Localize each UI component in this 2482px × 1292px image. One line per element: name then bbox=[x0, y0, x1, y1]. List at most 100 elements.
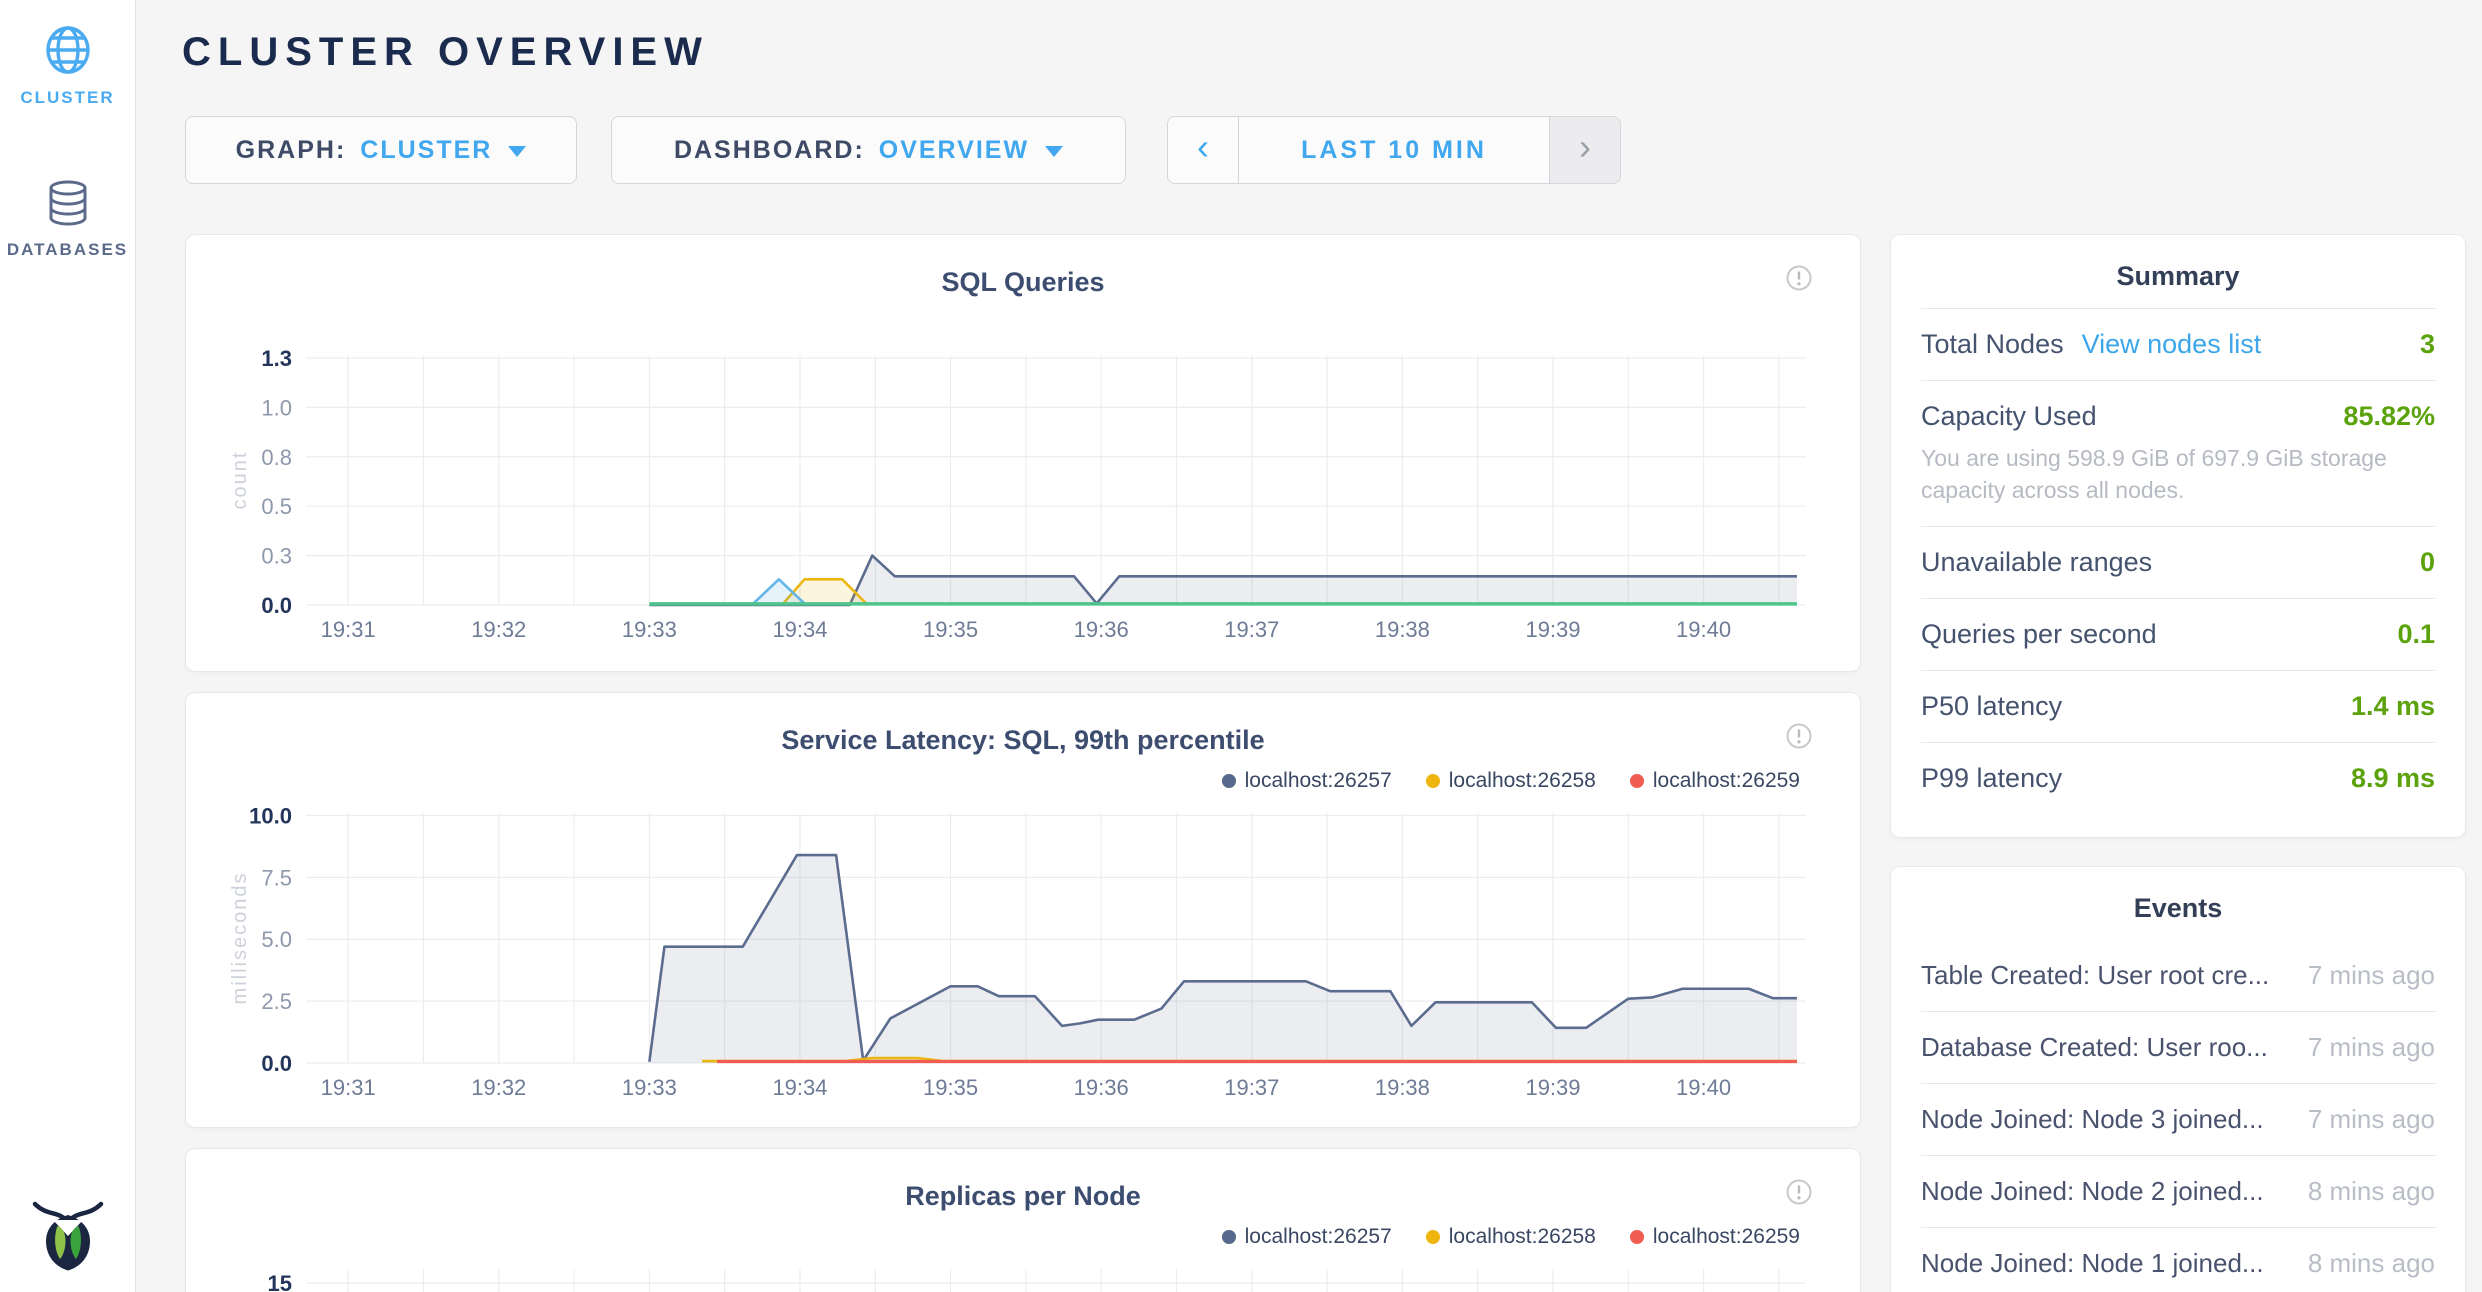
legend-label: localhost:26258 bbox=[1449, 1225, 1596, 1249]
chart-legend: localhost:26257 localhost:26258 localhos… bbox=[1222, 769, 1800, 793]
x-tick-label: 19:32 bbox=[471, 1075, 526, 1100]
x-tick-label: 19:40 bbox=[1676, 617, 1731, 642]
time-range-selector: ‹ LAST 10 MIN › bbox=[1167, 116, 1621, 184]
summary-title: Summary bbox=[1921, 235, 2435, 308]
sidebar-item-databases[interactable]: DATABASES bbox=[0, 180, 135, 260]
event-row: Node Joined: Node 2 joined... 8 mins ago bbox=[1921, 1156, 2435, 1228]
summary-value: 0 bbox=[2420, 547, 2435, 578]
sidebar-item-cluster[interactable]: CLUSTER bbox=[0, 26, 135, 108]
x-tick-label: 19:36 bbox=[1074, 1075, 1129, 1100]
x-tick-label: 19:36 bbox=[1074, 617, 1129, 642]
summary-value: 0.1 bbox=[2397, 619, 2435, 650]
y-tick-label: 0.0 bbox=[261, 593, 292, 618]
sidebar-item-label: CLUSTER bbox=[20, 88, 114, 108]
event-time: 7 mins ago bbox=[2308, 1104, 2435, 1135]
graph-dropdown-value: CLUSTER bbox=[360, 136, 492, 165]
x-tick-label: 19:39 bbox=[1525, 617, 1580, 642]
event-row: Table Created: User root cre... 7 mins a… bbox=[1921, 940, 2435, 1012]
x-tick-label: 19:37 bbox=[1224, 1075, 1279, 1100]
legend-label: localhost:26258 bbox=[1449, 769, 1596, 793]
info-icon[interactable] bbox=[1786, 265, 1812, 296]
time-range-prev-button[interactable]: ‹ bbox=[1168, 117, 1239, 183]
replicas-per-node-plot[interactable]: 05101519:3119:3219:3319:3419:3519:3619:3… bbox=[226, 1253, 1822, 1292]
event-text: Node Joined: Node 3 joined... bbox=[1921, 1104, 2264, 1135]
x-tick-label: 19:33 bbox=[622, 617, 677, 642]
legend-item[interactable]: localhost:26257 bbox=[1222, 769, 1392, 793]
summary-value: 85.82% bbox=[2343, 401, 2435, 432]
time-range-next-button[interactable]: › bbox=[1549, 117, 1620, 183]
event-text: Database Created: User roo... bbox=[1921, 1032, 2268, 1063]
x-tick-label: 19:34 bbox=[772, 1075, 827, 1100]
summary-label: Capacity Used bbox=[1921, 401, 2097, 432]
y-tick-label: 0.5 bbox=[261, 494, 292, 519]
event-time: 7 mins ago bbox=[2308, 1032, 2435, 1063]
info-icon[interactable] bbox=[1786, 723, 1812, 754]
legend-label: localhost:26257 bbox=[1245, 769, 1392, 793]
legend-item[interactable]: localhost:26259 bbox=[1630, 769, 1800, 793]
x-tick-label: 19:35 bbox=[923, 1075, 978, 1100]
y-tick-label: 2.5 bbox=[261, 989, 292, 1014]
capacity-subtext: You are using 598.9 GiB of 697.9 GiB sto… bbox=[1921, 442, 2435, 506]
legend-item[interactable]: localhost:26258 bbox=[1426, 1225, 1596, 1249]
info-icon[interactable] bbox=[1786, 1179, 1812, 1210]
x-tick-label: 19:32 bbox=[471, 617, 526, 642]
summary-panel: Summary Total Nodes View nodes list 3 Ca… bbox=[1890, 234, 2466, 838]
event-row: Database Created: User roo... 7 mins ago bbox=[1921, 1012, 2435, 1084]
summary-value: 1.4 ms bbox=[2351, 691, 2435, 722]
chart-title: Service Latency: SQL, 99th percentile bbox=[186, 725, 1860, 756]
summary-value: 3 bbox=[2420, 329, 2435, 360]
chart-title: SQL Queries bbox=[186, 267, 1860, 298]
view-nodes-list-link[interactable]: View nodes list bbox=[2082, 329, 2262, 360]
summary-label: P50 latency bbox=[1921, 691, 2062, 722]
events-panel: Events Table Created: User root cre... 7… bbox=[1890, 866, 2466, 1292]
y-axis-label: count bbox=[229, 451, 251, 510]
time-range-value[interactable]: LAST 10 MIN bbox=[1239, 117, 1549, 183]
database-icon bbox=[47, 180, 89, 226]
y-tick-label: 10.0 bbox=[249, 803, 292, 828]
legend-item[interactable]: localhost:26258 bbox=[1426, 769, 1596, 793]
legend-dot-icon bbox=[1426, 1230, 1440, 1244]
legend-label: localhost:26257 bbox=[1245, 1225, 1392, 1249]
sidebar-item-label: DATABASES bbox=[7, 240, 128, 260]
sql-queries-plot[interactable]: 0.00.30.50.81.01.319:3119:3219:3319:3419… bbox=[226, 339, 1822, 655]
dashboard-dropdown[interactable]: DASHBOARD: OVERVIEW bbox=[611, 116, 1126, 184]
chevron-down-icon bbox=[1045, 146, 1063, 157]
legend-dot-icon bbox=[1222, 1230, 1236, 1244]
legend-item[interactable]: localhost:26259 bbox=[1630, 1225, 1800, 1249]
cockroach-bug-icon bbox=[32, 1195, 104, 1271]
graph-dropdown[interactable]: GRAPH: CLUSTER bbox=[185, 116, 577, 184]
event-text: Node Joined: Node 2 joined... bbox=[1921, 1176, 2264, 1207]
summary-row-total-nodes: Total Nodes View nodes list 3 bbox=[1921, 308, 2435, 380]
summary-label: Queries per second bbox=[1921, 619, 2157, 650]
y-tick-label: 0.3 bbox=[261, 544, 292, 569]
legend-dot-icon bbox=[1426, 774, 1440, 788]
summary-label: P99 latency bbox=[1921, 763, 2062, 794]
dashboard-dropdown-value: OVERVIEW bbox=[879, 136, 1029, 165]
summary-label: Total Nodes bbox=[1921, 329, 2064, 360]
x-tick-label: 19:31 bbox=[321, 1075, 376, 1100]
cockroachdb-logo[interactable] bbox=[32, 1195, 104, 1276]
legend-dot-icon bbox=[1630, 774, 1644, 788]
y-tick-label: 15 bbox=[268, 1271, 292, 1292]
summary-label: Unavailable ranges bbox=[1921, 547, 2152, 578]
legend-label: localhost:26259 bbox=[1653, 1225, 1800, 1249]
legend-label: localhost:26259 bbox=[1653, 769, 1800, 793]
cluster-overview-page: CLUSTER DATABASES CLUSTER OVERVIEW bbox=[0, 0, 2482, 1292]
summary-value: 8.9 ms bbox=[2351, 763, 2435, 794]
x-tick-label: 19:39 bbox=[1525, 1075, 1580, 1100]
chevron-right-icon: › bbox=[1579, 129, 1591, 165]
graph-dropdown-label: GRAPH: bbox=[236, 136, 347, 165]
summary-row-p99-latency: P99 latency 8.9 ms bbox=[1921, 742, 2435, 814]
y-axis-label: milliseconds bbox=[229, 872, 251, 1005]
y-tick-label: 5.0 bbox=[261, 927, 292, 952]
x-tick-label: 19:40 bbox=[1676, 1075, 1731, 1100]
legend-item[interactable]: localhost:26257 bbox=[1222, 1225, 1392, 1249]
service-latency-plot[interactable]: 0.02.55.07.510.019:3119:3219:3319:3419:3… bbox=[226, 797, 1822, 1113]
sidebar: CLUSTER DATABASES bbox=[0, 0, 136, 1292]
summary-row-p50-latency: P50 latency 1.4 ms bbox=[1921, 670, 2435, 742]
event-row: Node Joined: Node 1 joined... 8 mins ago bbox=[1921, 1228, 2435, 1292]
chart-title: Replicas per Node bbox=[186, 1181, 1860, 1212]
dashboard-dropdown-label: DASHBOARD: bbox=[674, 136, 865, 165]
x-tick-label: 19:33 bbox=[622, 1075, 677, 1100]
series-area bbox=[649, 855, 1797, 1063]
